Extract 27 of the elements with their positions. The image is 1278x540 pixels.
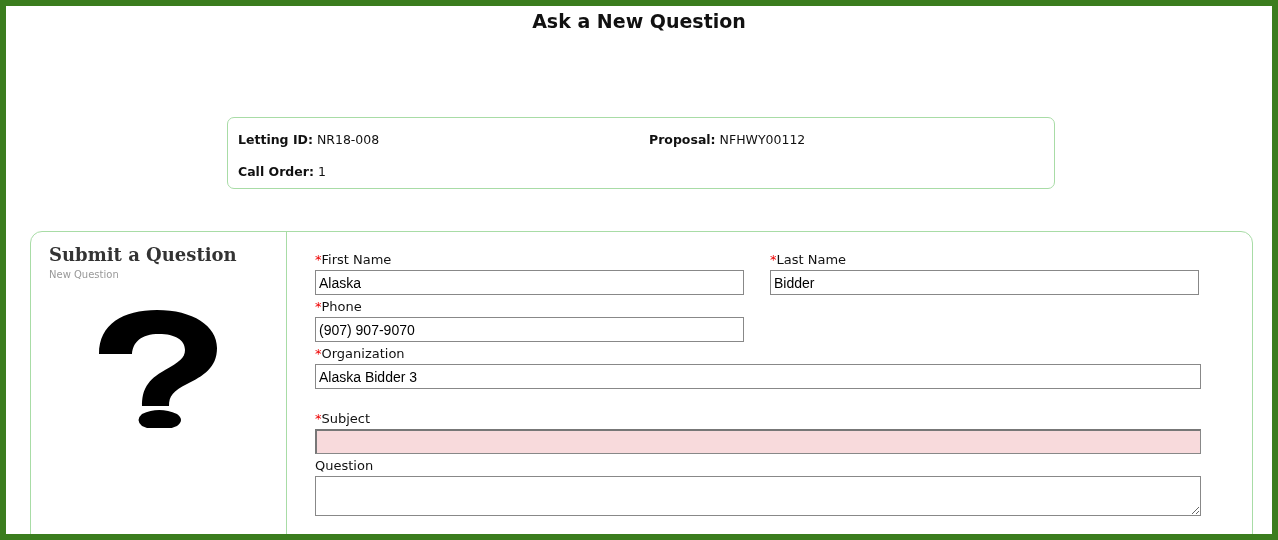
required-marker: * [315,411,322,428]
info-label: Letting ID: [238,132,313,149]
info-label: Proposal: [649,132,716,149]
required-marker: * [315,252,322,269]
field-label: Phone [321,299,362,316]
text-input[interactable]: (907) 907-9070 [315,317,744,342]
text-input[interactable]: Alaska [315,270,744,295]
panel-subheading: New Question [49,269,120,280]
field-label: Last Name [776,252,847,269]
question-mark-icon [99,310,217,428]
required-marker: * [315,299,322,316]
info-value: NR18-008 [316,132,380,149]
info-value: NFHWY00112 [719,132,806,149]
field-label: First Name [321,252,392,269]
question-textarea[interactable] [315,476,1201,516]
field-label: Organization [321,346,405,363]
required-marker: * [770,252,777,269]
info-value: 1 [317,164,326,181]
text-input[interactable]: Bidder [770,270,1199,295]
text-input[interactable] [315,429,1201,454]
info-label: Call Order: [238,164,314,181]
panel-heading: Submit a Question [49,244,238,265]
field-label: Question [315,458,374,475]
text-input[interactable]: Alaska Bidder 3 [315,364,1201,389]
page-title: Ask a New Question [531,10,747,34]
field-label: Subject [321,411,371,428]
required-marker: * [315,346,322,363]
